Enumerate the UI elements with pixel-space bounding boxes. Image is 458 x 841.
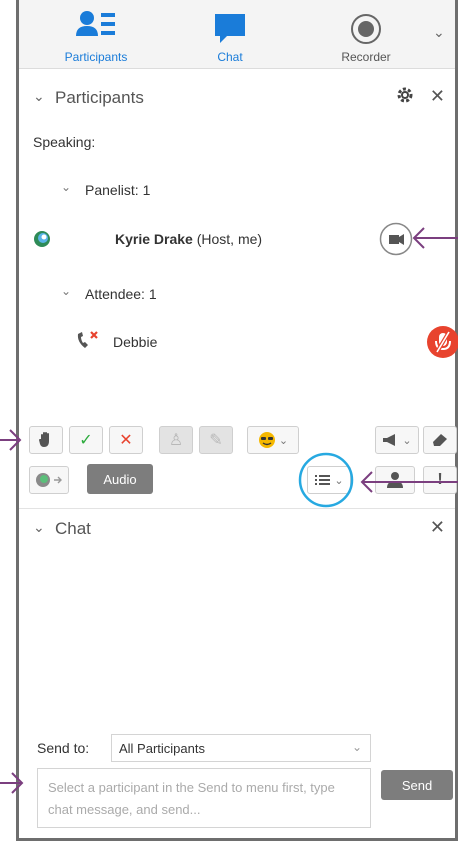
participants-icon xyxy=(76,11,115,36)
hand-icon xyxy=(39,432,49,447)
status-globe-icon xyxy=(34,231,50,247)
tab-participants-label: Participants xyxy=(64,50,128,64)
chat-header: ⌄ Chat ✕ xyxy=(19,508,455,549)
chevron-down-icon: ⌄ xyxy=(351,740,362,754)
close-icon[interactable]: ✕ xyxy=(430,517,445,538)
participant-row-host[interactable]: Kyrie Drake (Host, me) xyxy=(115,231,262,247)
check-icon: ✓ xyxy=(79,432,93,449)
audio-button[interactable]: Audio xyxy=(87,464,153,494)
host-name: Kyrie Drake xyxy=(115,231,193,247)
chevron-down-icon[interactable]: ⌄ xyxy=(61,284,71,298)
participants-header: ⌄ Participants ✕ xyxy=(19,78,455,118)
eraser-icon xyxy=(433,434,447,446)
panelist-group[interactable]: Panelist: 1 xyxy=(85,182,150,198)
pen-icon: ✎ xyxy=(209,432,223,449)
webex-panel: Participants Chat Recorder ⌄ ⌄ Participa… xyxy=(16,0,458,841)
megaphone-icon xyxy=(383,434,396,446)
chat-title: Chat xyxy=(55,519,91,538)
alert-button[interactable]: ! xyxy=(423,466,457,494)
tab-chat[interactable]: Chat xyxy=(175,4,285,66)
person-icon xyxy=(387,472,403,488)
collapse-caret-icon[interactable]: ⌄ xyxy=(33,519,45,536)
gear-icon[interactable] xyxy=(395,85,415,110)
tab-recorder-label: Recorder xyxy=(341,50,391,64)
chevron-down-icon[interactable]: ⌄ xyxy=(433,24,445,41)
no-button[interactable]: ✕ xyxy=(109,426,143,454)
chevron-down-icon: ⌄ xyxy=(334,474,344,487)
muted-microphone-icon[interactable] xyxy=(427,326,458,358)
send-to-label: Send to: xyxy=(37,740,90,756)
top-toolbar: Participants Chat Recorder ⌄ xyxy=(19,0,455,69)
assign-privilege-button[interactable] xyxy=(375,466,415,494)
participants-title: Participants xyxy=(55,88,144,107)
exclamation-icon: ! xyxy=(437,471,443,488)
send-to-value: All Participants xyxy=(119,741,205,756)
chevron-down-icon: ⌄ xyxy=(402,434,412,447)
send-to-select[interactable]: All Participants ⌄ xyxy=(111,734,371,762)
record-icon xyxy=(351,14,381,44)
collapse-caret-icon[interactable]: ⌄ xyxy=(33,88,45,105)
go-faster-button[interactable]: ♙ xyxy=(159,426,193,454)
host-role: (Host, me) xyxy=(196,231,263,247)
chat-icon xyxy=(215,14,245,43)
connection-menu-button[interactable] xyxy=(29,466,69,494)
chevron-down-icon[interactable]: ⌄ xyxy=(61,180,71,194)
list-icon xyxy=(315,475,331,485)
annotate-button[interactable]: ✎ xyxy=(199,426,233,454)
send-button[interactable]: Send xyxy=(381,770,453,800)
globe-connect-icon xyxy=(36,473,62,487)
video-camera-icon[interactable] xyxy=(379,222,413,256)
runner-icon: ♙ xyxy=(168,432,184,449)
smiley-sunglasses-icon xyxy=(258,432,275,448)
phone-disconnected-icon xyxy=(77,331,98,348)
chat-message-input[interactable]: Select a participant in the Send to menu… xyxy=(37,768,371,828)
emoticon-menu-button[interactable]: ⌄ xyxy=(247,426,299,454)
close-icon[interactable]: ✕ xyxy=(430,86,445,107)
yes-button[interactable]: ✓ xyxy=(69,426,103,454)
megaphone-menu-button[interactable]: ⌄ xyxy=(375,426,419,454)
tab-recorder[interactable]: Recorder xyxy=(311,4,421,66)
tab-participants[interactable]: Participants xyxy=(41,4,151,66)
chevron-down-icon: ⌄ xyxy=(278,434,289,447)
tab-chat-label: Chat xyxy=(217,50,243,64)
speaking-label: Speaking: xyxy=(33,134,96,150)
x-icon: ✕ xyxy=(119,432,133,449)
attendee-group[interactable]: Attendee: 1 xyxy=(85,286,157,302)
eraser-button[interactable] xyxy=(423,426,457,454)
participant-row-attendee[interactable]: Debbie xyxy=(113,334,157,350)
list-menu-button[interactable]: ⌄ xyxy=(307,466,351,494)
raise-hand-button[interactable] xyxy=(29,426,63,454)
